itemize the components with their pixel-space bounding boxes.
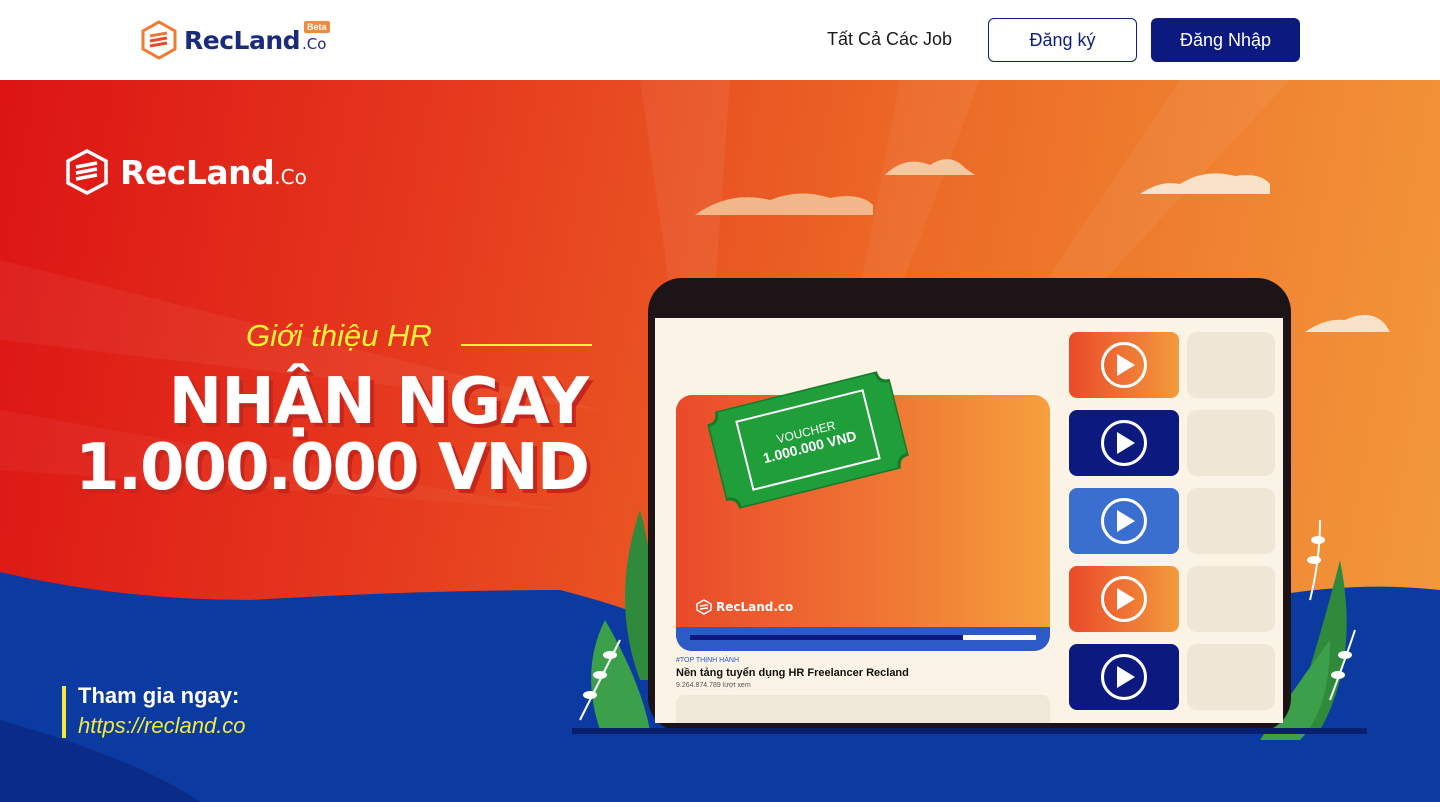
logo-mark-icon — [66, 149, 108, 195]
promo-banner[interactable]: RecLand .Co Giới thiệu HR NHẬN NGAY 1.00… — [0, 80, 1440, 802]
top-header: RecLand .Co Beta Tất Cả Các Job Đăng ký … — [0, 0, 1440, 80]
join-accent-bar — [62, 686, 66, 738]
logo-mark-icon — [141, 20, 177, 60]
brand-suffix: .Co — [302, 35, 327, 53]
banner-brand-suffix: .Co — [274, 165, 307, 189]
play-icon — [1101, 576, 1147, 622]
thumbnail-info-placeholder — [1187, 488, 1275, 554]
register-button[interactable]: Đăng ký — [988, 18, 1137, 62]
view-count: 9.264.874.789 lượt xem — [676, 682, 751, 689]
login-button[interactable]: Đăng Nhập — [1151, 18, 1300, 62]
intro-underline — [461, 344, 592, 346]
video-title: Nền tảng tuyển dụng HR Freelancer Reclan… — [676, 667, 909, 679]
headline-line-2: 1.000.000 VND — [75, 431, 590, 505]
video-thumbnail[interactable] — [1069, 488, 1179, 554]
play-icon — [1101, 654, 1147, 700]
nav-all-jobs-link[interactable]: Tất Cả Các Job — [827, 29, 952, 50]
banner-logo: RecLand .Co — [64, 148, 307, 196]
play-icon — [1101, 498, 1147, 544]
brand-name: RecLand — [184, 25, 301, 55]
video-logo-text: RecLand.co — [716, 600, 794, 614]
thumbnail-info-placeholder — [1187, 566, 1275, 632]
thumbnail-info-placeholder — [1187, 332, 1275, 398]
brand-logo[interactable]: RecLand .Co Beta — [140, 20, 330, 60]
beta-badge: Beta — [304, 21, 330, 33]
trending-tag: #TOP THỊNH HÀNH — [676, 657, 740, 664]
play-icon — [1101, 342, 1147, 388]
video-logo: RecLand.co — [696, 599, 793, 615]
video-thumbnail[interactable] — [1069, 644, 1179, 710]
thumbnail-info-placeholder — [1187, 410, 1275, 476]
intro-text: Giới thiệu HR — [246, 318, 432, 353]
join-label: Tham gia ngay: — [78, 683, 240, 708]
video-progress-fill — [690, 635, 964, 640]
headline-line-1: NHẬN NGAY — [168, 365, 589, 439]
thumbnail-info-placeholder — [1187, 644, 1275, 710]
laptop-screen: RecLand.co #TOP THỊNH HÀNH Nền tảng tuyể… — [655, 318, 1283, 723]
banner-brand-name: RecLand — [120, 152, 275, 192]
join-url-link[interactable]: https://recland.co — [78, 713, 246, 739]
description-placeholder — [676, 695, 1050, 723]
play-icon — [1101, 420, 1147, 466]
video-thumbnail[interactable] — [1069, 410, 1179, 476]
logo-mark-icon — [696, 599, 712, 615]
video-thumbnail[interactable] — [1069, 332, 1179, 398]
video-thumbnail[interactable] — [1069, 566, 1179, 632]
